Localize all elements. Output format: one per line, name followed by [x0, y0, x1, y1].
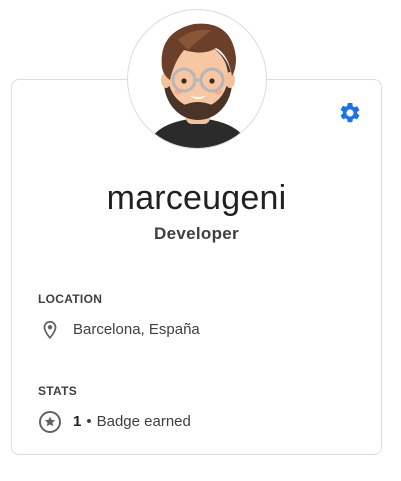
stats-text: 1 • Badge earned: [73, 412, 191, 432]
badge-label: Badge earned: [96, 413, 191, 430]
location-pin-icon: [38, 318, 62, 342]
profile-role: Developer: [154, 224, 239, 243]
stats-row: 1 • Badge earned: [38, 410, 191, 434]
star-badge-icon: [38, 410, 62, 434]
avatar-illustration: [146, 23, 250, 148]
stats-separator: •: [86, 413, 92, 430]
avatar: [127, 9, 267, 149]
profile-page: marceugeni Developer LOCATION Barcelona,…: [0, 0, 401, 481]
settings-button[interactable]: [336, 99, 364, 127]
location-value: Barcelona, España: [73, 321, 200, 338]
stats-heading: STATS: [38, 384, 78, 398]
location-heading: LOCATION: [38, 292, 103, 306]
badge-count: 1: [73, 413, 82, 430]
location-row: Barcelona, España: [38, 318, 200, 342]
gear-icon: [340, 102, 360, 123]
profile-username: marceugeni: [106, 179, 287, 217]
